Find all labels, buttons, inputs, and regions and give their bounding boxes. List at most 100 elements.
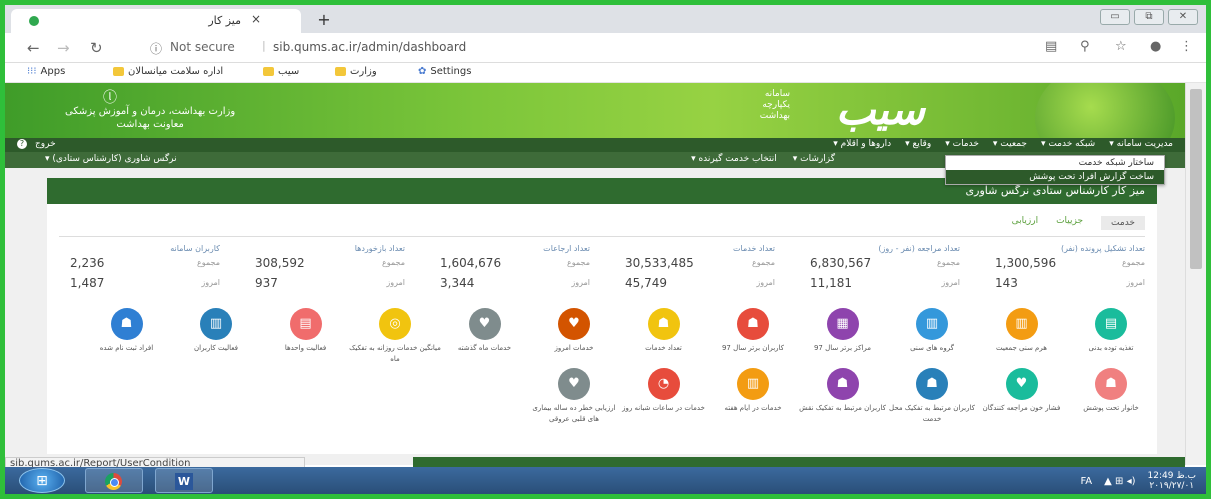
- report-tile[interactable]: ▤ تغذیه توده بدنی: [1065, 308, 1157, 372]
- restore-button[interactable]: ⧉: [1134, 9, 1164, 25]
- divider: [59, 236, 1145, 237]
- report-tile-label: خانوار تحت پوشش: [1083, 404, 1139, 412]
- address-bar: ← → ↻ ⓘ Not secure | sib.qums.ac.ir/admi…: [5, 33, 1206, 63]
- report-tile[interactable]: ☗ کاربران مرتبط به تفکیک محل خدمت: [886, 368, 978, 432]
- menu-item-select-client[interactable]: انتخاب خدمت گیرنده ▾: [691, 154, 777, 164]
- new-tab-button[interactable]: +: [310, 10, 338, 30]
- report-tile[interactable]: ◔ خدمات در ساعات شبانه روز: [618, 368, 710, 432]
- brand-subtitle: سامانه یکپارچه بهداشت: [760, 89, 790, 122]
- reload-icon[interactable]: ↻: [90, 39, 103, 57]
- forward-icon[interactable]: →: [57, 39, 70, 57]
- report-tile[interactable]: ☗ تعداد خدمات: [618, 308, 710, 372]
- tab-close-icon[interactable]: ×: [251, 12, 261, 26]
- back-icon[interactable]: ←: [27, 39, 40, 57]
- menu-item-population[interactable]: جمعیت ▾: [993, 139, 1027, 149]
- bookmark-label: سیب: [278, 66, 300, 77]
- report-tile[interactable]: ♥ ارزیابی خطر ده ساله بیماری های قلبی عرو…: [528, 368, 620, 432]
- menu-item-services[interactable]: خدمات ▾: [945, 139, 979, 149]
- menu-icon[interactable]: ⋮: [1180, 39, 1193, 54]
- taskbar-chrome[interactable]: [85, 468, 143, 493]
- info-icon[interactable]: ⓘ: [150, 40, 162, 57]
- report-tile-label: تعداد خدمات: [645, 344, 682, 352]
- stat-files: تعداد تشکیل پرونده (نفر) 1,300,596 مجموع…: [995, 240, 1145, 296]
- dashboard-card: خدمت جزییات ارزیابی تعداد تشکیل پرونده (…: [47, 204, 1197, 468]
- tab-title: میز کار: [208, 14, 241, 27]
- stat-today: 1,487: [70, 276, 105, 290]
- tab-details[interactable]: جزییات: [1056, 216, 1083, 230]
- menu-item-events[interactable]: وقایع ▾: [905, 139, 931, 149]
- report-tile-label: فشار خون مراجعه کنندگان: [982, 404, 1061, 412]
- stat-total: 30,533,485: [625, 256, 694, 270]
- bookmark-apps[interactable]: ⁝⁝⁝ Apps: [27, 66, 65, 77]
- report-tile[interactable]: ☗ افراد ثبت نام شده: [81, 308, 173, 372]
- report-tile[interactable]: ▥ گروه های سنی: [886, 308, 978, 372]
- bookmark-label: Apps: [40, 66, 66, 77]
- taskbar-word[interactable]: W: [155, 468, 213, 493]
- tray-icons[interactable]: ▲ ⊞ ◂): [1104, 476, 1135, 487]
- bookmark-settings[interactable]: ✿ Settings: [418, 66, 471, 77]
- report-tile-label: فعالیت کاربران: [194, 344, 238, 352]
- stat-today: 937: [255, 276, 278, 290]
- zoom-icon[interactable]: ⚲: [1080, 39, 1090, 54]
- tab-service[interactable]: خدمت: [1101, 216, 1145, 230]
- browser-tab[interactable]: میز کار ×: [11, 9, 301, 33]
- menu-item-drugs[interactable]: داروها و اقلام ▾: [833, 139, 891, 149]
- bookmark-folder-2[interactable]: سیب: [263, 66, 299, 77]
- profile-icon[interactable]: ●: [1150, 39, 1161, 54]
- url-separator: |: [262, 39, 266, 52]
- language-indicator[interactable]: FA: [1080, 476, 1092, 487]
- report-tile-icon: ▥: [916, 308, 948, 340]
- stat-total-label: مجموع: [937, 258, 960, 267]
- report-tile[interactable]: ▦ مراکز برتر سال 97: [797, 308, 889, 372]
- report-tile[interactable]: ☗ خانوار تحت پوشش: [1065, 368, 1157, 432]
- report-tile-icon: ▥: [200, 308, 232, 340]
- stat-label: تعداد بازخوردها: [354, 244, 405, 253]
- report-tile[interactable]: ☗ کاربران برتر سال 97: [707, 308, 799, 372]
- scrollbar-thumb[interactable]: [1190, 89, 1202, 269]
- url-field[interactable]: ⓘ Not secure | sib.qums.ac.ir/admin/dash…: [150, 37, 1010, 59]
- report-tile[interactable]: ♥ فشار خون مراجعه کنندگان: [976, 368, 1068, 432]
- tab-evaluation[interactable]: ارزیابی: [1012, 216, 1038, 230]
- menu-item-reports[interactable]: گزارشات ▾: [793, 154, 835, 164]
- clock[interactable]: 12:49 ب.ظ ۲۰۱۹/۲۷/۰۱: [1148, 471, 1196, 491]
- report-tile[interactable]: ♥ خدمات امروز: [528, 308, 620, 372]
- app-banner: ⓛ وزارت بهداشت، درمان و آموزش پزشکی معاو…: [5, 83, 1185, 138]
- report-tile[interactable]: ▥ هرم سنی جمعیت: [976, 308, 1068, 372]
- stat-today-label: امروز: [571, 278, 590, 287]
- report-tile[interactable]: ◎ میانگین خدمات روزانه به تفکیک ماه: [349, 308, 441, 372]
- report-tile[interactable]: ▥ خدمات در ایام هفته: [707, 368, 799, 432]
- menu-item-service-network[interactable]: شبکه خدمت ▾: [1041, 139, 1095, 149]
- apps-grid-icon: ⁝⁝⁝: [27, 66, 37, 77]
- dashboard-tabs: خدمت جزییات ارزیابی: [1012, 216, 1145, 230]
- brand-sub-line: یکپارچه: [762, 100, 790, 110]
- report-tile[interactable]: ♥ خدمات ماه گذشته: [439, 308, 531, 372]
- stat-total-label: مجموع: [1122, 258, 1145, 267]
- start-button[interactable]: ⊞: [19, 468, 65, 493]
- ministry-line: وزارت بهداشت، درمان و آموزش پزشکی: [65, 106, 236, 117]
- report-tile-label: تغذیه توده بدنی: [1088, 344, 1134, 352]
- bookmark-folder-1[interactable]: اداره سلامت میانسالان: [113, 66, 223, 77]
- dropdown-item-covered-report[interactable]: ساخت گزارش افراد تحت پوشش: [946, 170, 1164, 184]
- menu-item-system-admin[interactable]: مدیریت سامانه ▾: [1109, 139, 1173, 149]
- minimize-button[interactable]: ▭: [1100, 9, 1130, 25]
- translate-icon[interactable]: ▤: [1045, 39, 1057, 54]
- report-tile-label: ارزیابی خطر ده ساله بیماری های قلبی عروق…: [532, 404, 616, 423]
- bookmark-folder-3[interactable]: وزارت: [335, 66, 377, 77]
- report-tile[interactable]: ▤ فعالیت واحدها: [260, 308, 352, 372]
- page-scrollbar[interactable]: [1185, 83, 1206, 465]
- user-role-select[interactable]: نرگس شاوری (کارشناس ستادی) ▾: [45, 154, 177, 164]
- report-tile[interactable]: ▥ فعالیت کاربران: [170, 308, 262, 372]
- stat-today: 45,749: [625, 276, 667, 290]
- report-tile[interactable]: ☗ کاربران مرتبط به تفکیک نقش: [797, 368, 889, 432]
- clock-date: ۲۰۱۹/۲۷/۰۱: [1149, 481, 1195, 491]
- exit-link[interactable]: خروج: [35, 139, 56, 149]
- report-tile-label: میانگین خدمات روزانه به تفکیک ماه: [349, 344, 441, 363]
- dropdown-item-network-structure[interactable]: ساختار شبکه خدمت: [946, 156, 1164, 170]
- bookmark-star-icon[interactable]: ☆: [1115, 39, 1127, 54]
- ministry-emblem-icon: ⓛ: [103, 90, 117, 106]
- close-window-button[interactable]: ✕: [1168, 9, 1198, 25]
- stat-today-label: امروز: [941, 278, 960, 287]
- stat-total-label: مجموع: [567, 258, 590, 267]
- help-icon[interactable]: ?: [17, 139, 27, 149]
- stat-visits: تعداد مراجعه (نفر - روز) 6,830,567 مجموع…: [810, 240, 960, 296]
